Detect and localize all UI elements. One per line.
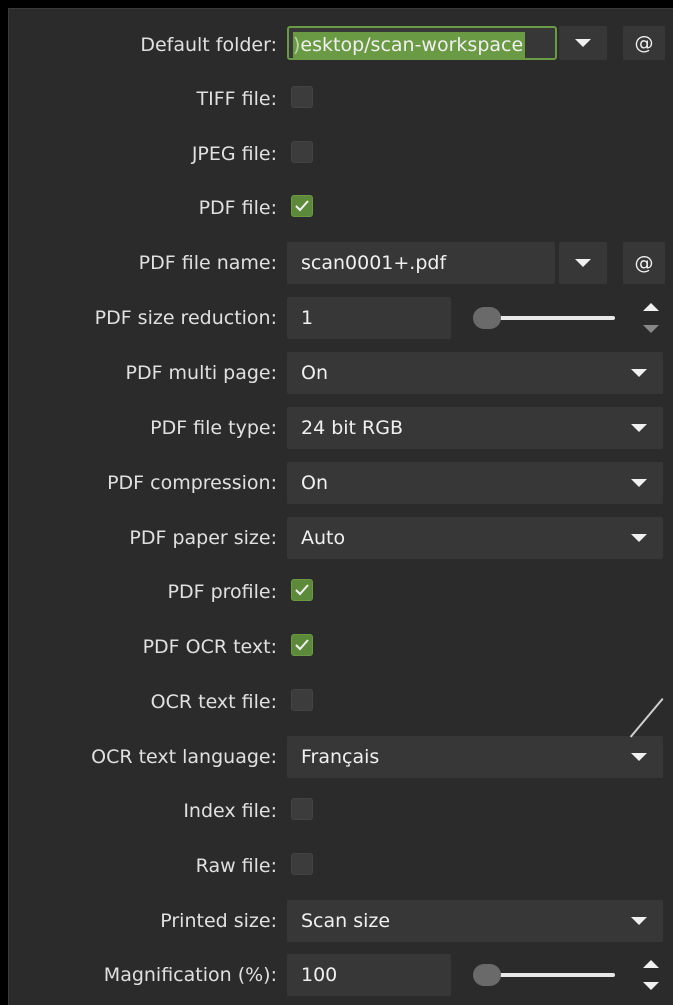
pdf-file-name-at-button[interactable]: @ (623, 242, 665, 284)
spin-up-icon[interactable] (643, 960, 659, 968)
spin-down-icon[interactable] (643, 982, 659, 990)
row-pdf-profile: PDF profile: (9, 570, 673, 614)
jpeg-file-checkbox[interactable] (291, 141, 313, 163)
default-folder-dropdown-button[interactable] (559, 26, 607, 60)
tiff-file-label: TIFF file: (196, 88, 277, 110)
pdf-file-label: PDF file: (198, 197, 277, 219)
folder-text: esktop/scan-workspace (300, 34, 524, 56)
row-pdf-file: PDF file: (9, 186, 673, 230)
magnification-slider-track[interactable] (489, 973, 615, 977)
chevron-down-icon (631, 534, 647, 542)
pdf-compression-value: On (301, 472, 328, 494)
index-file-label: Index file: (183, 800, 277, 822)
pdf-profile-checkbox[interactable] (291, 579, 313, 601)
checkmark-icon (295, 584, 309, 596)
index-file-checkbox[interactable] (291, 798, 313, 820)
ocr-text-language-select[interactable]: Français (287, 736, 663, 778)
pdf-paper-size-label: PDF paper size: (129, 527, 277, 549)
printed-size-label: Printed size: (160, 910, 277, 932)
default-folder-at-button[interactable]: @ (623, 26, 665, 60)
spin-down-icon[interactable] (643, 325, 659, 333)
settings-panel: Default folder: )esktop/scan-workspace @… (8, 8, 673, 1005)
chevron-down-icon (575, 259, 591, 267)
magnification-spinner[interactable] (639, 954, 663, 996)
checkmark-icon (295, 200, 309, 212)
ocr-text-file-checkbox[interactable] (291, 689, 313, 711)
pdf-file-checkbox[interactable] (291, 195, 313, 217)
chevron-down-icon (631, 369, 647, 377)
chevron-down-icon (631, 479, 647, 487)
row-index-file: Index file: (9, 789, 673, 833)
magnification-input[interactable]: 100 (287, 954, 451, 996)
row-tiff-file: TIFF file: (9, 77, 673, 121)
magnification-slider-knob[interactable] (473, 964, 501, 986)
default-folder-input[interactable]: )esktop/scan-workspace (287, 26, 557, 60)
printed-size-select[interactable]: Scan size (287, 900, 663, 942)
ocr-text-language-value: Français (301, 746, 380, 768)
row-raw-file: Raw file: (9, 844, 673, 888)
pdf-compression-select[interactable]: On (287, 462, 663, 504)
chevron-down-icon (631, 917, 647, 925)
default-folder-label: Default folder: (140, 34, 277, 56)
pdf-compression-label: PDF compression: (107, 472, 277, 494)
pdf-paper-size-select[interactable]: Auto (287, 517, 663, 559)
checkmark-icon (295, 639, 309, 651)
chevron-down-icon (631, 753, 647, 761)
pdf-multi-page-value: On (301, 362, 328, 384)
printed-size-value: Scan size (301, 910, 391, 932)
ocr-text-file-label: OCR text file: (150, 691, 277, 713)
pdf-file-type-value: 24 bit RGB (301, 417, 404, 439)
row-pdf-ocr-text: PDF OCR text: (9, 625, 673, 669)
pdf-multi-page-label: PDF multi page: (125, 362, 277, 384)
jpeg-file-label: JPEG file: (191, 143, 277, 165)
row-ocr-text-file: OCR text file: (9, 680, 673, 724)
pdf-size-reduction-slider-track[interactable] (489, 316, 615, 320)
pdf-multi-page-select[interactable]: On (287, 352, 663, 394)
pdf-file-name-label: PDF file name: (138, 252, 277, 274)
pdf-profile-label: PDF profile: (167, 581, 277, 603)
pdf-size-reduction-input[interactable]: 1 (287, 297, 451, 339)
pdf-file-type-select[interactable]: 24 bit RGB (287, 407, 663, 449)
spin-up-icon[interactable] (643, 303, 659, 311)
chevron-down-icon (631, 424, 647, 432)
pdf-paper-size-value: Auto (301, 527, 346, 549)
magnification-label: Magnification (%): (103, 964, 277, 986)
raw-file-checkbox[interactable] (291, 853, 313, 875)
tiff-file-checkbox[interactable] (291, 86, 313, 108)
default-folder-value: )esktop/scan-workspace (293, 32, 526, 58)
pdf-file-type-label: PDF file type: (150, 417, 277, 439)
pdf-ocr-text-label: PDF OCR text: (142, 636, 277, 658)
chevron-down-icon (575, 39, 591, 47)
pdf-ocr-text-checkbox[interactable] (291, 634, 313, 656)
row-jpeg-file: JPEG file: (9, 132, 673, 176)
pdf-size-reduction-slider-knob[interactable] (473, 307, 501, 329)
raw-file-label: Raw file: (195, 855, 277, 877)
pdf-file-name-dropdown-button[interactable] (559, 242, 607, 284)
ocr-text-language-label: OCR text language: (91, 746, 277, 768)
pdf-size-reduction-label: PDF size reduction: (94, 307, 277, 329)
pdf-file-name-input[interactable]: scan0001+.pdf (287, 242, 555, 284)
pdf-size-reduction-spinner[interactable] (639, 297, 663, 339)
